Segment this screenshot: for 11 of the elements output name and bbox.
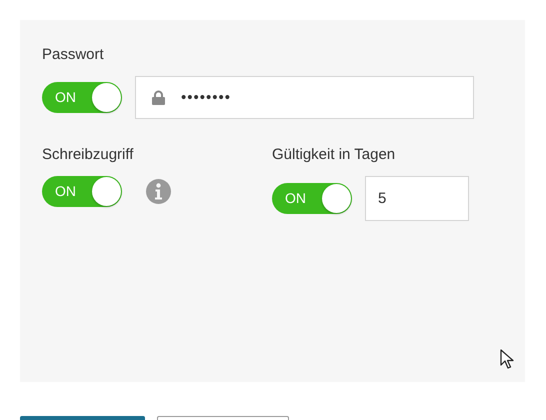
password-field[interactable]: •••••••• bbox=[135, 76, 474, 119]
info-icon[interactable] bbox=[146, 179, 171, 204]
cursor-icon bbox=[500, 349, 514, 369]
lock-icon bbox=[152, 90, 165, 105]
toggle-switch[interactable]: ON bbox=[42, 176, 122, 207]
toggle-switch[interactable]: ON bbox=[272, 183, 352, 214]
field-label: Passwort bbox=[42, 46, 104, 64]
toggle-switch[interactable]: ON bbox=[42, 82, 122, 113]
field-label: Schreibzugriff bbox=[42, 146, 134, 164]
field-label: Gültigkeit in Tagen bbox=[272, 146, 396, 164]
days-input[interactable]: 5 bbox=[365, 176, 469, 221]
